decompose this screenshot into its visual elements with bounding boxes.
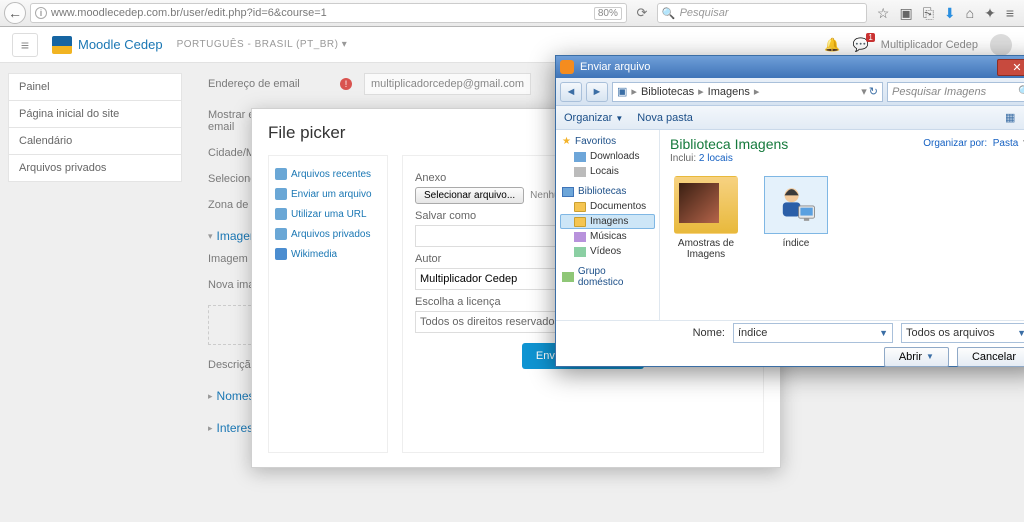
- bookmark-icon[interactable]: ☆: [877, 5, 890, 22]
- repo-wikimedia[interactable]: Wikimedia: [275, 244, 381, 264]
- dialog-title: Enviar arquivo: [580, 61, 650, 73]
- menu-icon[interactable]: ≡: [1006, 5, 1014, 22]
- url-icon: [275, 208, 287, 220]
- tree-images[interactable]: Imagens: [560, 214, 655, 229]
- tree-music[interactable]: Músicas: [560, 229, 655, 244]
- repo-private[interactable]: Arquivos privados: [275, 224, 381, 244]
- info-icon: i: [35, 7, 47, 19]
- filetype-combo[interactable]: Todos os arquivos▼: [901, 323, 1024, 343]
- repo-list: Arquivos recentes Enviar um arquivo Util…: [268, 155, 388, 453]
- repo-recent[interactable]: Arquivos recentes: [275, 164, 381, 184]
- url-bar[interactable]: i www.moodlecedep.com.br/user/edit.php?i…: [30, 3, 627, 23]
- label-email: Endereço de email: [208, 78, 328, 90]
- search-icon: 🔍: [662, 7, 676, 20]
- choose-file-button[interactable]: Selecionar arquivo...: [415, 187, 524, 204]
- repo-upload[interactable]: Enviar um arquivo: [275, 184, 381, 204]
- tree-downloads[interactable]: Downloads: [560, 149, 655, 164]
- sidebar-item-arquivos-privados[interactable]: Arquivos privados: [8, 154, 182, 182]
- search-placeholder: Pesquisar: [680, 7, 729, 19]
- filename-combo[interactable]: índice▼: [733, 323, 893, 343]
- os-file-dialog: Enviar arquivo ✕ ◄ ► ▣ ▸ Bibliotecas ▸ I…: [555, 55, 1024, 367]
- dialog-titlebar: Enviar arquivo ✕: [556, 56, 1024, 78]
- search-icon: 🔍: [1018, 85, 1024, 98]
- folder-tree: ★Favoritos Downloads Locais Bibliotecas …: [556, 130, 660, 320]
- sidebar: Painel Página inicial do site Calendário…: [0, 63, 190, 522]
- dialog-nav: ◄ ► ▣ ▸ Bibliotecas ▸ Imagens ▸ ▾ ↻ Pesq…: [556, 78, 1024, 106]
- pocket-icon[interactable]: ▣: [899, 5, 912, 22]
- organize-by[interactable]: Organizar por: Pasta ▼: [923, 138, 1024, 149]
- close-button[interactable]: ✕: [997, 59, 1024, 76]
- nav-toggle[interactable]: ≡: [12, 33, 38, 57]
- lib-icon: ▣: [617, 85, 627, 98]
- email-field[interactable]: multiplicadorcedep@gmail.com: [364, 73, 531, 95]
- notif-badge: 1: [866, 33, 874, 42]
- reload-button[interactable]: ⟳: [631, 3, 653, 23]
- tree-libraries[interactable]: Bibliotecas: [560, 184, 655, 199]
- notification-bell-icon[interactable]: 🔔: [824, 37, 840, 53]
- locations-link[interactable]: 2 locais: [699, 153, 733, 164]
- view-icon[interactable]: ▦: [1005, 111, 1015, 124]
- tree-videos[interactable]: Vídeos: [560, 244, 655, 259]
- dialog-bottom: Nome: índice▼ Todos os arquivos▼ Abrir▼ …: [556, 320, 1024, 368]
- organize-menu[interactable]: Organizar ▼: [564, 112, 623, 124]
- dialog-search[interactable]: Pesquisar Imagens 🔍: [887, 82, 1024, 102]
- recent-icon: [275, 168, 287, 180]
- chrome-icons: ☆ ▣ ⎘ ⬇ ⌂ ✦ ≡: [871, 5, 1020, 22]
- messages-icon[interactable]: 💬1: [853, 37, 869, 53]
- back-button[interactable]: ←: [4, 2, 26, 24]
- files-pane: Biblioteca Imagens Inclui: 2 locais Orga…: [660, 130, 1024, 320]
- firefox-icon: [560, 60, 574, 74]
- dialog-toolbar: Organizar ▼ Nova pasta ▦ ◉: [556, 106, 1024, 130]
- file-amostras[interactable]: Amostras de Imagens: [670, 176, 742, 260]
- site-logo[interactable]: Moodle Cedep: [52, 36, 163, 54]
- browser-search[interactable]: 🔍 Pesquisar: [657, 3, 867, 23]
- new-folder-button[interactable]: Nova pasta: [637, 112, 693, 124]
- user-name[interactable]: Multiplicador Cedep: [881, 39, 978, 51]
- home-icon[interactable]: ⌂: [966, 5, 974, 22]
- wikimedia-icon: [275, 248, 287, 260]
- tree-homegroup[interactable]: Grupo doméstico: [560, 264, 655, 290]
- upload-icon: [275, 188, 287, 200]
- logo-icon: [52, 36, 72, 54]
- nav-back-button[interactable]: ◄: [560, 82, 582, 102]
- browser-toolbar: ← i www.moodlecedep.com.br/user/edit.php…: [0, 0, 1024, 27]
- refresh-icon[interactable]: ↻: [869, 85, 878, 98]
- label-filename: Nome:: [693, 327, 725, 339]
- repo-url[interactable]: Utilizar uma URL: [275, 204, 381, 224]
- url-text: www.moodlecedep.com.br/user/edit.php?id=…: [51, 7, 590, 19]
- file-indice[interactable]: índice: [760, 176, 832, 260]
- sidebar-item-painel[interactable]: Painel: [8, 73, 182, 101]
- tree-documents[interactable]: Documentos: [560, 199, 655, 214]
- sidebar-item-pagina-inicial[interactable]: Página inicial do site: [8, 100, 182, 128]
- downloads-icon[interactable]: ⎘: [923, 5, 934, 22]
- download-arrow-icon[interactable]: ⬇: [944, 5, 956, 22]
- tree-favorites[interactable]: ★Favoritos: [560, 134, 655, 149]
- sidebar-item-calendario[interactable]: Calendário: [8, 127, 182, 155]
- zoom-level[interactable]: 80%: [594, 7, 622, 20]
- tree-locais[interactable]: Locais: [560, 164, 655, 179]
- required-icon: !: [340, 78, 352, 90]
- breadcrumb[interactable]: ▣ ▸ Bibliotecas ▸ Imagens ▸ ▾ ↻: [612, 82, 883, 102]
- nav-fwd-button[interactable]: ►: [586, 82, 608, 102]
- addons-icon[interactable]: ✦: [984, 5, 996, 22]
- avatar[interactable]: [990, 34, 1012, 56]
- cancel-button[interactable]: Cancelar: [957, 347, 1024, 367]
- files-subheading: Inclui: 2 locais: [670, 153, 1024, 164]
- language-selector[interactable]: PORTUGUÊS - BRASIL (PT_BR) ▾: [177, 39, 348, 50]
- person-monitor-icon: [774, 183, 818, 227]
- site-name: Moodle Cedep: [78, 37, 163, 52]
- open-button[interactable]: Abrir▼: [884, 347, 949, 367]
- private-icon: [275, 228, 287, 240]
